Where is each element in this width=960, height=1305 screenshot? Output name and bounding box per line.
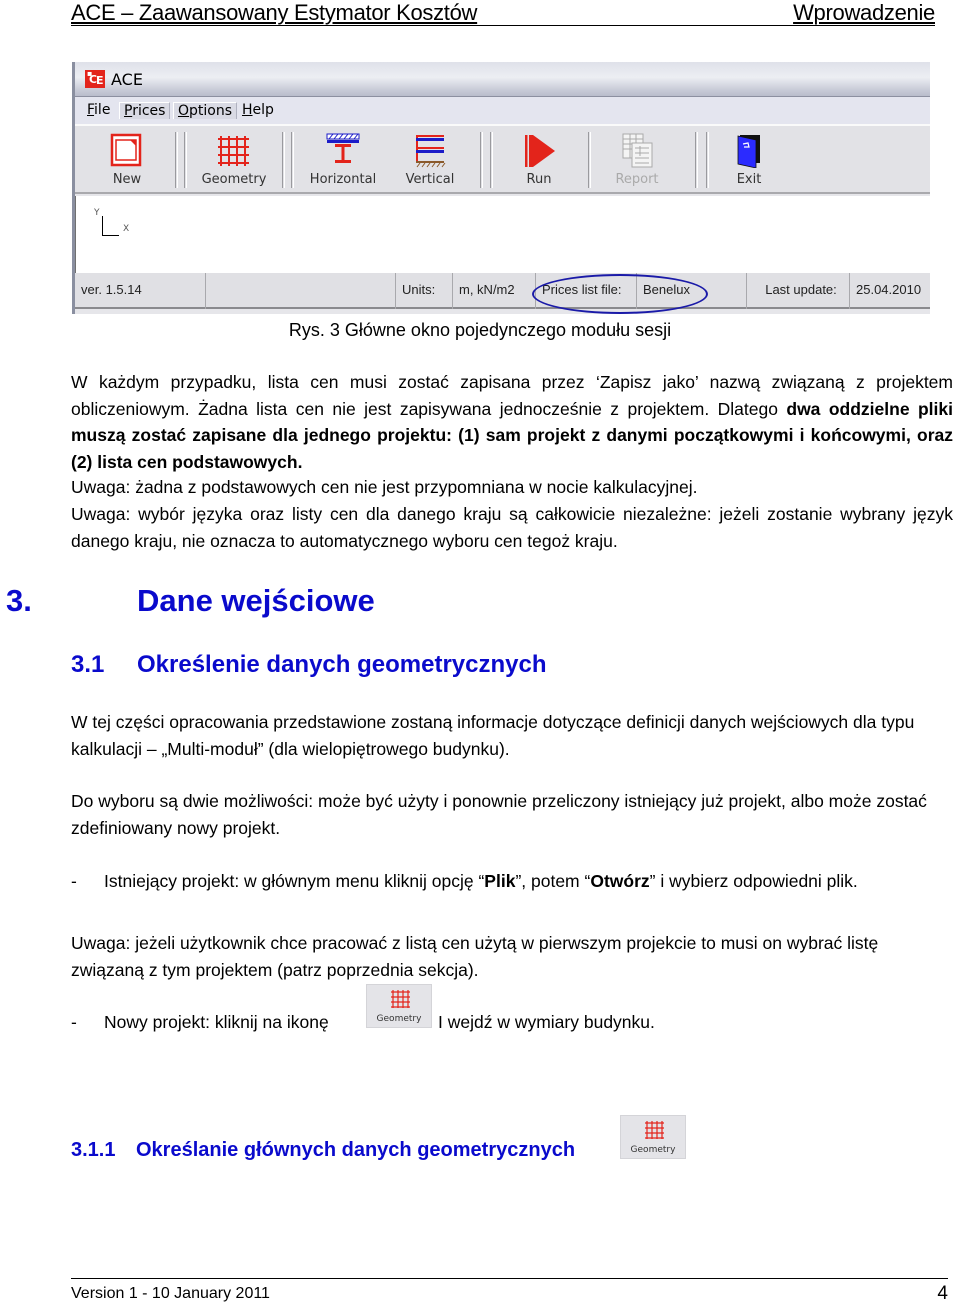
status-bar: ver. 1.5.14 Units: m, kN/m2 Prices list …	[75, 273, 930, 309]
toolbar-report-label: Report	[615, 172, 659, 187]
menu-help[interactable]: Help	[238, 102, 278, 118]
toolbar-vertical-button[interactable]: Vertical	[390, 126, 470, 192]
menu-reference-otworz: Otwórz	[590, 871, 650, 891]
inline-geometry-button-image: Geometry	[366, 984, 432, 1028]
status-units-value: m, kN/m2	[453, 273, 536, 309]
section-title: Wprowadzenie	[793, 0, 935, 25]
figure-caption: Rys. 3 Główne okno pojedynczego modułu s…	[288, 320, 672, 340]
axis-x-label: X	[123, 224, 130, 234]
ace-logo-icon: ▪ C E	[85, 69, 105, 88]
new-document-icon	[110, 133, 142, 167]
toolbar-separator	[291, 132, 294, 188]
note-price-list-project: Uwaga: jeżeli użytkownik chce pracować z…	[71, 933, 879, 980]
window-title: ACE	[111, 70, 143, 89]
title-bar: ▪ C E ACE	[75, 62, 930, 96]
heading-number: 3.1.1	[71, 1139, 116, 1161]
note-prices: Uwaga: żadna z podstawowych cen nie jest…	[71, 477, 698, 497]
bullet-text-part: I wejdź w wymiary budynku.	[438, 1012, 655, 1032]
bullet-text: Istniejący projekt: w głównym menu klikn…	[104, 868, 953, 895]
status-version: ver. 1.5.14	[75, 273, 206, 309]
toolbar-new-label: New	[112, 172, 142, 187]
status-empty	[206, 273, 396, 309]
heading-text: Określanie głównych danych geometrycznyc…	[136, 1139, 576, 1161]
exit-door-icon	[737, 135, 760, 168]
document-title: ACE – Zaawansowany Estymator Kosztów	[71, 0, 478, 25]
toolbar-separator	[695, 132, 698, 188]
horizontal-beam-icon	[326, 133, 360, 163]
inline-geometry-label: Geometry	[376, 1014, 422, 1024]
bullet-text-part: ” i wybierz odpowiedni plik.	[649, 871, 858, 891]
heading-text: Dane wejściowe	[137, 583, 375, 618]
toolbar-horizontal-label: Horizontal	[309, 172, 377, 187]
status-units-label: Units:	[396, 273, 453, 309]
footer-version: Version 1 - 10 January 2011	[71, 1285, 270, 1302]
bullet-dash: -	[71, 1012, 77, 1032]
bullet-text-part: Istniejący projekt: w głównym menu klikn…	[104, 871, 485, 891]
play-icon	[525, 135, 555, 167]
toolbar-separator	[184, 132, 187, 188]
paragraph-intro: W tej części opracowania przedstawione z…	[71, 712, 915, 759]
grid-icon	[645, 1121, 664, 1139]
highlight-ellipse	[532, 274, 708, 314]
grid-icon	[218, 136, 249, 166]
status-update-label: Last update:	[747, 273, 850, 309]
vertical-frame-icon	[416, 135, 446, 168]
menu-prices[interactable]: Prices	[119, 102, 171, 119]
toolbar: New Geometry Horizontal Vertical Run Rep…	[75, 124, 930, 194]
inline-geometry-label: Geometry	[630, 1145, 676, 1155]
menu-reference-plik: Plik	[484, 871, 516, 891]
toolbar-vertical-label: Vertical	[405, 172, 455, 187]
paragraph-options: Do wyboru są dwie możliwości: może być u…	[71, 791, 927, 838]
toolbar-run-label: Run	[526, 172, 552, 187]
toolbar-geometry-button[interactable]: Geometry	[194, 126, 274, 192]
report-icon	[622, 133, 653, 168]
bullet-dash: -	[71, 871, 77, 891]
status-update-value: 25.04.2010	[856, 282, 922, 297]
toolbar-exit-button[interactable]: Exit	[709, 126, 789, 192]
bullet-text-part: ”, potem “	[515, 871, 591, 891]
toolbar-separator	[490, 132, 493, 188]
heading-text: Określenie danych geometrycznych	[137, 651, 547, 678]
axis-y-label: Y	[94, 208, 100, 218]
page-header: ACE – Zaawansowany Estymator Kosztów Wpr…	[71, 0, 935, 26]
note-language: Uwaga: wybór języka oraz listy cen dla d…	[71, 504, 953, 551]
heading-number: 3.	[6, 583, 32, 618]
heading-number: 3.1	[71, 651, 105, 678]
toolbar-separator	[282, 132, 285, 188]
drawing-canvas[interactable]: Y X	[75, 196, 930, 273]
inline-geometry-button-image: Geometry	[620, 1115, 686, 1159]
toolbar-run-button[interactable]: Run	[499, 126, 579, 192]
menu-bar: File Prices Options Help	[75, 96, 930, 124]
toolbar-report-button[interactable]: Report	[597, 126, 677, 192]
toolbar-horizontal-button[interactable]: Horizontal	[303, 126, 383, 192]
grid-icon	[391, 990, 410, 1008]
page-footer: Version 1 - 10 January 2011 4	[71, 1278, 948, 1304]
toolbar-separator	[175, 132, 178, 188]
toolbar-geometry-label: Geometry	[201, 172, 267, 187]
paragraph-price-list: W każdym przypadku, lista cen musi zosta…	[71, 369, 953, 475]
toolbar-separator	[588, 132, 591, 188]
toolbar-exit-label: Exit	[736, 172, 762, 187]
axis-x-line	[102, 235, 119, 236]
toolbar-separator	[480, 132, 483, 188]
axis-y-line	[102, 216, 103, 236]
menu-options[interactable]: Options	[173, 102, 238, 119]
menu-file[interactable]: File	[83, 102, 114, 118]
toolbar-new-button[interactable]: New	[87, 126, 167, 192]
app-window-screenshot: ▪ C E ACE File Prices Options Help New G…	[72, 62, 930, 314]
page-number: 4	[937, 1283, 948, 1304]
